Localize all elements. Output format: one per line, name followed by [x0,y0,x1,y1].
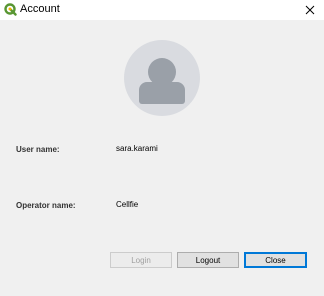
dialog-body: User name: sara.karami Operator name: Ce… [0,20,324,296]
window-title: Account [20,3,60,15]
account-dialog: Account User name: sara.karami Operator … [0,0,324,296]
qgis-logo-icon [4,3,17,16]
login-button[interactable]: Login [110,252,172,268]
user-name-label: User name: [16,145,60,154]
user-name-value: sara.karami [116,144,158,153]
operator-name-value: Cellfie [116,200,139,209]
user-avatar-icon [124,40,200,116]
title-bar: Account [0,0,324,20]
close-icon[interactable] [296,0,324,20]
logout-button[interactable]: Logout [177,252,239,268]
avatar-body [139,82,185,104]
operator-name-label: Operator name: [16,201,76,210]
close-button[interactable]: Close [244,252,307,268]
